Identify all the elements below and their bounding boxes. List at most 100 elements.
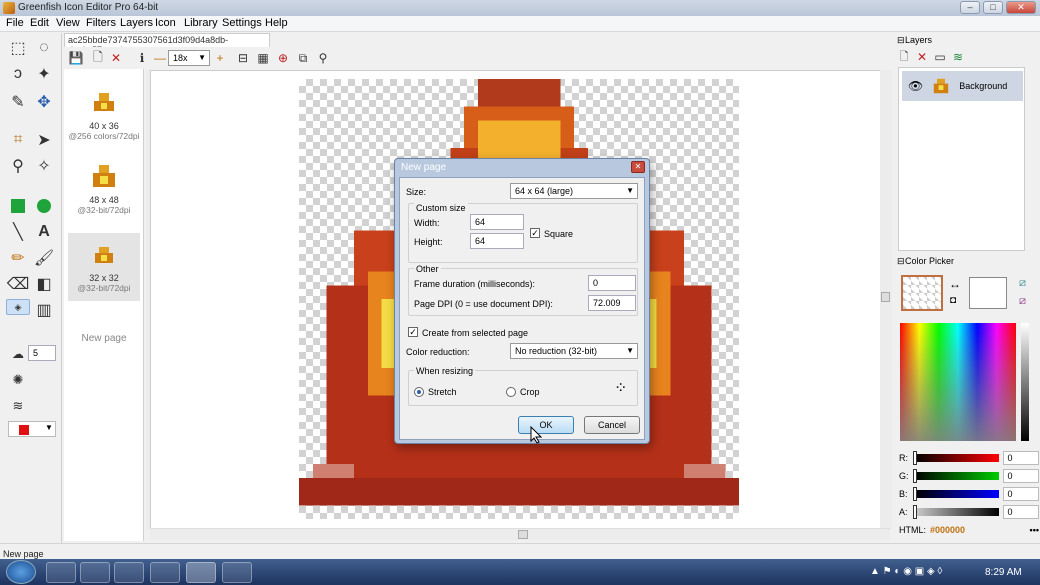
- new-icon[interactable]: 🗋: [90, 50, 106, 66]
- height-input[interactable]: 64: [470, 233, 524, 249]
- delete-layer-icon[interactable]: ✕: [915, 49, 929, 65]
- html-value[interactable]: #000000: [930, 525, 965, 535]
- menu-view[interactable]: View: [56, 17, 80, 29]
- zoom-in-icon[interactable]: +: [212, 50, 228, 66]
- color-swatch-dropdown[interactable]: ▼: [8, 421, 56, 437]
- menu-settings[interactable]: Settings: [222, 17, 262, 29]
- brush-size-input[interactable]: 5: [28, 345, 56, 361]
- eye-icon[interactable]: 👁: [908, 79, 923, 93]
- eyedropper-icon[interactable]: ⚲: [6, 155, 30, 177]
- tray-icons[interactable]: ▲ ⚑ ◐ ◉ ▣ ◈ ◊: [870, 566, 942, 577]
- swap-colors-icon[interactable]: ↔: [949, 277, 961, 291]
- close-button[interactable]: ✕: [1006, 1, 1036, 14]
- crop-icon[interactable]: ⌗: [6, 129, 30, 151]
- scroll-thumb[interactable]: [518, 530, 528, 539]
- transparent-icon[interactable]: ⧄: [1019, 277, 1026, 290]
- line-icon[interactable]: ╲: [6, 221, 30, 243]
- anchor-grid-icon[interactable]: ⁘: [614, 378, 627, 398]
- fit-icon[interactable]: ⊟: [234, 50, 252, 66]
- rectangle-icon[interactable]: [6, 195, 30, 217]
- text-icon[interactable]: A: [32, 221, 56, 243]
- brush-icon[interactable]: 🖌: [32, 247, 56, 269]
- menu-edit[interactable]: Edit: [30, 17, 49, 29]
- stretch-radio[interactable]: [414, 387, 424, 397]
- pattern-icon[interactable]: ✺: [6, 369, 30, 391]
- crop-radio[interactable]: [506, 387, 516, 397]
- menu-icon[interactable]: Icon: [155, 17, 176, 29]
- pencil-icon[interactable]: ✏: [6, 247, 30, 269]
- page-dpi-input[interactable]: 72.009: [588, 295, 636, 311]
- page-item[interactable]: 48 x 48 @32-bit/72dpi: [68, 163, 140, 215]
- zoom-select[interactable]: 18x ▼: [168, 50, 210, 66]
- rect-select-icon[interactable]: ⬚: [6, 37, 30, 59]
- expand-icon[interactable]: ⊟: [897, 35, 905, 46]
- lightness-slider[interactable]: [1021, 323, 1029, 441]
- new-layer-icon[interactable]: 🗋: [897, 49, 911, 65]
- zoom-out-icon[interactable]: —: [152, 50, 168, 66]
- ellipse-icon[interactable]: [32, 195, 56, 217]
- start-button[interactable]: [6, 560, 36, 584]
- grid-icon[interactable]: ▦: [254, 50, 272, 66]
- magic-wand-icon[interactable]: ✦: [32, 63, 56, 85]
- pencil-select-icon[interactable]: ✎: [6, 91, 30, 113]
- ellipse-select-icon[interactable]: ◌: [32, 37, 56, 59]
- frame-duration-input[interactable]: 0: [588, 275, 636, 291]
- cancel-button[interactable]: Cancel: [584, 416, 640, 434]
- taskbar-app-icon-editor[interactable]: [186, 562, 216, 583]
- taskbar-app-recorder[interactable]: [222, 562, 252, 583]
- new-page-placeholder[interactable]: New page: [68, 333, 140, 344]
- taskbar-app-media[interactable]: [114, 562, 144, 583]
- sparkle-icon[interactable]: ✧: [32, 155, 56, 177]
- maximize-button[interactable]: □: [983, 1, 1003, 14]
- right-scrollbar[interactable]: [880, 70, 892, 530]
- pointer-icon[interactable]: ➤: [32, 129, 56, 151]
- red-slider[interactable]: [912, 451, 1000, 465]
- blue-value[interactable]: 0: [1003, 487, 1040, 501]
- horizontal-scrollbar[interactable]: [150, 528, 890, 540]
- lasso-icon[interactable]: ↄ: [6, 63, 30, 85]
- crosshair-icon[interactable]: ⊕: [274, 50, 292, 66]
- taskbar-app-explorer[interactable]: [80, 562, 110, 583]
- create-from-selected-checkbox[interactable]: ✓: [408, 327, 418, 337]
- minimize-button[interactable]: –: [960, 1, 980, 14]
- reset-colors-icon[interactable]: ◘: [950, 295, 956, 306]
- primary-color-swatch[interactable]: [901, 275, 943, 311]
- ok-button[interactable]: OK: [518, 416, 574, 434]
- clock[interactable]: 8:29 AM: [985, 567, 1022, 578]
- green-slider[interactable]: [912, 469, 1000, 483]
- size-select[interactable]: 64 x 64 (large) ▼: [510, 183, 638, 199]
- square-checkbox[interactable]: ✓: [530, 228, 540, 238]
- gradient-icon[interactable]: ▥: [32, 299, 56, 321]
- taskbar-app-notes[interactable]: [46, 562, 76, 583]
- layer-row[interactable]: 👁 Background: [902, 71, 1023, 101]
- move-icon[interactable]: ✥: [32, 91, 56, 113]
- info-icon[interactable]: ℹ: [134, 50, 150, 66]
- menu-library[interactable]: Library: [184, 17, 218, 29]
- blue-slider[interactable]: [912, 487, 1000, 501]
- document-tab[interactable]: ac25bbde7374755307561d3f09d4a8db-daoky57…: [64, 33, 270, 55]
- fill-icon[interactable]: ◧: [32, 273, 56, 295]
- save-icon[interactable]: 💾: [68, 50, 84, 66]
- search-icon[interactable]: ⚲: [314, 50, 332, 66]
- secondary-color-swatch[interactable]: [969, 277, 1007, 309]
- menu-filters[interactable]: Filters: [86, 17, 116, 29]
- red-value[interactable]: 0: [1003, 451, 1040, 465]
- merge-layers-icon[interactable]: ≋: [951, 49, 965, 65]
- alpha-slider[interactable]: [912, 505, 1000, 519]
- menu-file[interactable]: File: [6, 17, 24, 29]
- menu-help[interactable]: Help: [265, 17, 288, 29]
- dialog-close-button[interactable]: ✕: [631, 161, 645, 173]
- blend-icon[interactable]: ≋: [6, 395, 30, 417]
- delete-icon[interactable]: ✕: [108, 50, 124, 66]
- green-value[interactable]: 0: [1003, 469, 1040, 483]
- expand-icon[interactable]: ⊟: [897, 256, 905, 267]
- tile-icon[interactable]: ⧉: [294, 50, 312, 66]
- taskbar-app-browser[interactable]: [150, 562, 180, 583]
- width-input[interactable]: 64: [470, 214, 524, 230]
- recolor-icon[interactable]: ◈: [6, 299, 30, 315]
- eraser-icon[interactable]: ⌫: [6, 273, 30, 295]
- page-item[interactable]: 40 x 36 @256 colors/72dpi: [68, 89, 140, 141]
- layer-properties-icon[interactable]: ▭: [933, 49, 947, 65]
- menu-layers[interactable]: Layers: [120, 17, 153, 29]
- color-reduction-select[interactable]: No reduction (32-bit) ▼: [510, 343, 638, 359]
